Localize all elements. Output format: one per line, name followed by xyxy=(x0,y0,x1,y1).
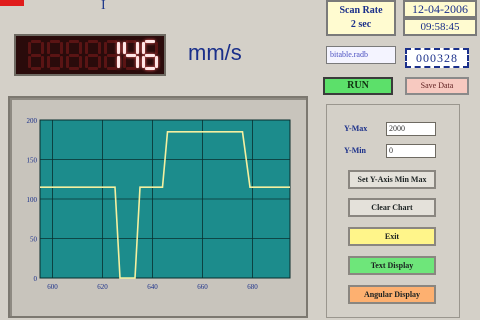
ymin-label: Y-Min xyxy=(344,146,366,155)
x-tick-label: 600 xyxy=(47,283,58,291)
scan-rate-value: 2 sec xyxy=(350,19,372,30)
speed-unit-label: mm/s xyxy=(188,40,242,65)
led-digit xyxy=(28,40,44,70)
chart-frame: 600 620 640 660 680 0 50 100 150 200 xyxy=(8,96,308,318)
ymin-input[interactable]: 0 xyxy=(386,144,436,158)
time-display: 09:58:45 xyxy=(403,18,477,36)
sample-counter: 000328 xyxy=(405,48,469,68)
x-tick-label: 620 xyxy=(97,283,108,291)
led-digit xyxy=(85,40,101,70)
x-tick-label: 680 xyxy=(247,283,258,291)
save-data-button[interactable]: Save Data xyxy=(405,77,469,95)
y-tick-label: 0 xyxy=(34,275,38,283)
ymax-input[interactable]: 2000 xyxy=(386,122,436,136)
cursor-marker: I xyxy=(101,0,106,13)
scan-rate-label: Scan Rate xyxy=(339,5,383,16)
speed-led-display xyxy=(14,34,166,76)
file-name-field[interactable]: bitable.radb xyxy=(326,46,396,64)
text-display-button[interactable]: Text Display xyxy=(348,256,436,275)
y-tick-label: 50 xyxy=(30,236,38,244)
led-digit xyxy=(47,40,63,70)
clear-chart-button[interactable]: Clear Chart xyxy=(348,198,436,217)
date-display: 12-04-2006 xyxy=(403,0,477,18)
exit-button[interactable]: Exit xyxy=(348,227,436,246)
scan-rate-box[interactable]: Scan Rate 2 sec xyxy=(326,0,396,36)
run-button[interactable]: RUN xyxy=(323,77,393,95)
y-tick-label: 150 xyxy=(27,157,38,165)
y-tick-label: 100 xyxy=(27,196,38,204)
led-digit xyxy=(142,40,158,70)
red-corner-badge xyxy=(0,0,24,6)
led-digit xyxy=(104,40,120,70)
speed-chart: 600 620 640 660 680 0 50 100 150 200 xyxy=(27,117,291,291)
ymax-label: Y-Max xyxy=(344,124,368,133)
led-digit xyxy=(66,40,82,70)
x-tick-label: 660 xyxy=(197,283,208,291)
x-tick-label: 640 xyxy=(147,283,158,291)
set-y-axis-button[interactable]: Set Y-Axis Min Max xyxy=(348,170,436,189)
angular-display-button[interactable]: Angular Display xyxy=(348,285,436,304)
y-tick-label: 200 xyxy=(27,117,38,125)
led-digit xyxy=(123,40,139,70)
